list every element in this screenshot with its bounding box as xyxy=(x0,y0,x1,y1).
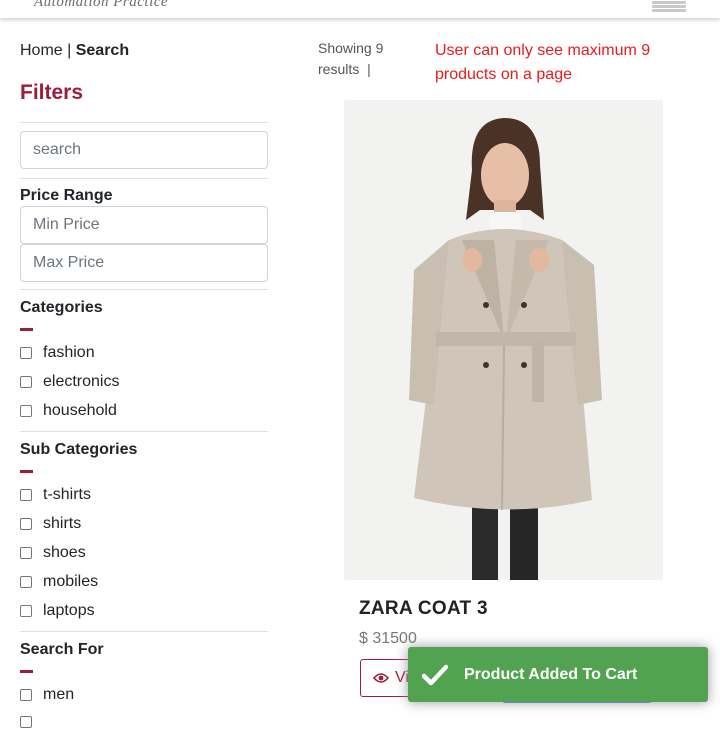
subcategory-t-shirts[interactable]: t-shirts xyxy=(20,485,91,505)
product-price: $ 31500 xyxy=(359,630,417,647)
checkmark-icon xyxy=(422,664,448,685)
filters-title: Filters xyxy=(20,81,84,104)
checkbox[interactable] xyxy=(20,518,32,530)
divider xyxy=(20,178,268,179)
search-for-next-item[interactable] xyxy=(20,712,32,732)
max-price-input[interactable] xyxy=(20,244,268,282)
checkbox[interactable] xyxy=(20,605,32,617)
menu-icon[interactable] xyxy=(652,0,686,12)
checkbox-label: fashion xyxy=(43,344,95,361)
divider xyxy=(20,431,268,432)
subcategory-shoes[interactable]: shoes xyxy=(20,543,86,563)
section-accent-bar xyxy=(20,328,33,331)
breadcrumb-current: Search xyxy=(75,42,130,59)
breadcrumb-separator: | xyxy=(62,42,76,59)
results-count-text: Showing 9 results xyxy=(318,40,384,77)
breadcrumb-home-link[interactable]: Home xyxy=(20,42,63,59)
breadcrumb: Home | Search xyxy=(20,42,129,60)
checkbox-label: laptops xyxy=(43,602,95,619)
eye-icon xyxy=(373,673,389,683)
sub-categories-title: Sub Categories xyxy=(20,441,138,458)
category-household[interactable]: household xyxy=(20,401,117,421)
search-input[interactable] xyxy=(20,131,268,169)
price-range-label: Price Range xyxy=(20,187,113,204)
checkbox[interactable] xyxy=(20,376,32,388)
min-price-input[interactable] xyxy=(20,206,268,244)
checkbox-label: men xyxy=(43,686,75,703)
checkbox-label: mobiles xyxy=(43,573,99,590)
checkbox-label: shirts xyxy=(43,515,82,532)
subcategory-shirts[interactable]: shirts xyxy=(20,514,81,534)
coat-illustration xyxy=(344,100,663,580)
checkbox-label: household xyxy=(43,402,117,419)
subcategory-laptops[interactable]: laptops xyxy=(20,601,95,621)
section-accent-bar xyxy=(20,470,33,473)
results-separator: | xyxy=(367,61,371,77)
checkbox[interactable] xyxy=(20,347,32,359)
subcategory-mobiles[interactable]: mobiles xyxy=(20,572,98,592)
checkbox[interactable] xyxy=(20,547,32,559)
product-image[interactable] xyxy=(344,100,663,580)
checkbox-label: electronics xyxy=(43,373,120,390)
divider xyxy=(20,631,268,632)
top-navbar: Automation Practice xyxy=(0,0,720,18)
results-count: Showing 9 results | xyxy=(318,38,398,80)
checkbox[interactable] xyxy=(20,576,32,588)
category-electronics[interactable]: electronics xyxy=(20,372,119,392)
product-card: ZARA COAT 3 $ 31500 View xyxy=(344,100,664,720)
toast-notification[interactable]: Product Added To Cart xyxy=(408,647,708,702)
checkbox[interactable] xyxy=(20,405,32,417)
categories-title: Categories xyxy=(20,299,103,316)
product-name: ZARA COAT 3 xyxy=(359,598,488,619)
search-for-men[interactable]: men xyxy=(20,685,74,705)
checkbox-label: shoes xyxy=(43,544,86,561)
brand-logo-text[interactable]: Automation Practice xyxy=(34,0,168,11)
divider xyxy=(20,122,268,123)
category-fashion[interactable]: fashion xyxy=(20,343,95,363)
checkbox[interactable] xyxy=(20,716,32,728)
checkbox[interactable] xyxy=(20,689,32,701)
toast-message: Product Added To Cart xyxy=(464,665,638,683)
page-limit-note: User can only see maximum 9 products on … xyxy=(435,42,651,83)
search-for-title: Search For xyxy=(20,641,104,658)
divider xyxy=(20,289,268,290)
checkbox-label: t-shirts xyxy=(43,486,91,503)
section-accent-bar xyxy=(20,670,33,673)
checkbox[interactable] xyxy=(20,489,32,501)
